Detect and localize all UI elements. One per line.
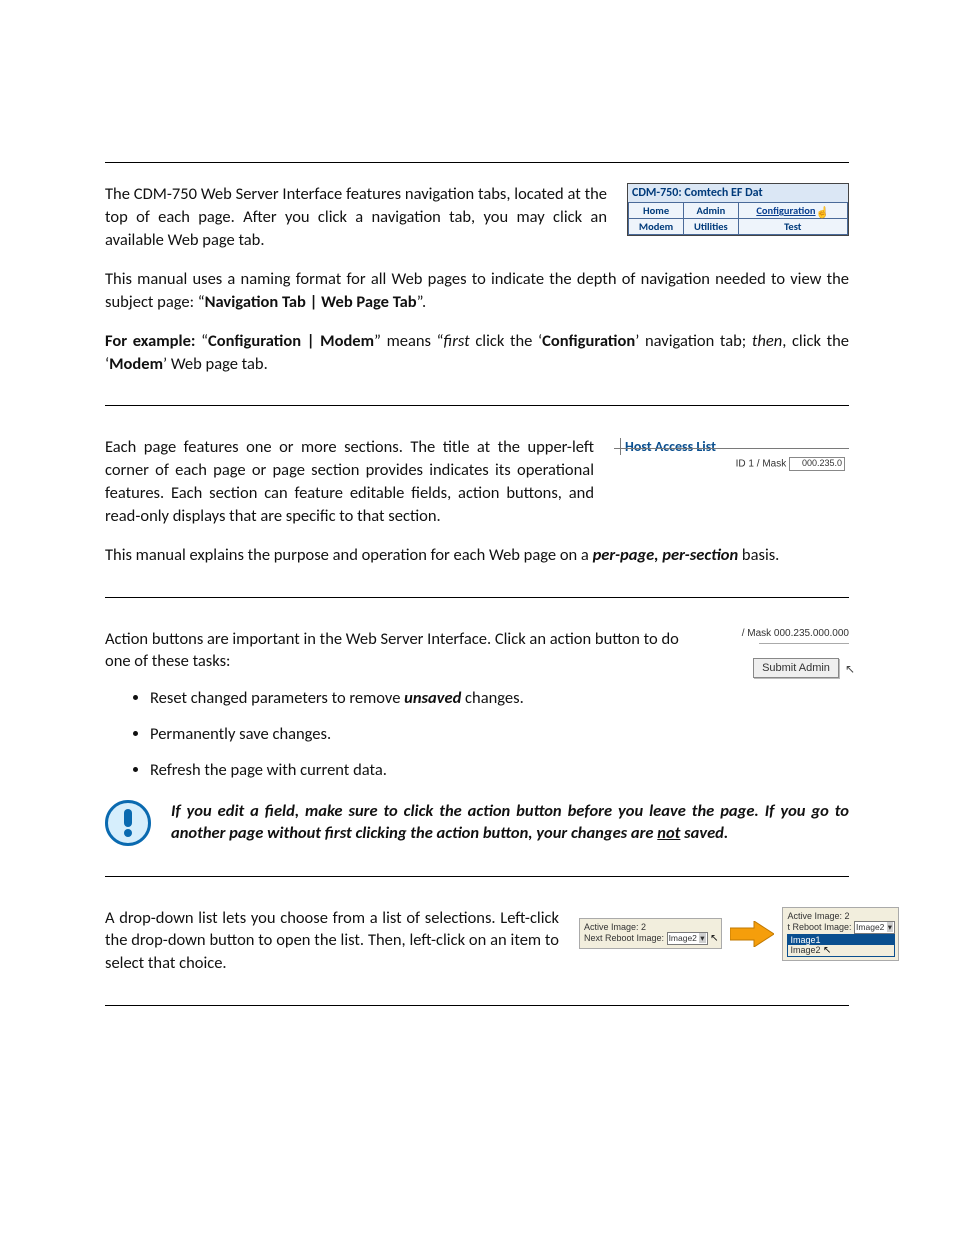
dropdown-option-image1[interactable]: Image1 <box>788 935 894 945</box>
mask-input[interactable]: 000.235.0 <box>789 457 845 471</box>
reboot-image-select[interactable]: Image2 ▾ <box>667 932 708 945</box>
nav-tab-home[interactable]: Home <box>629 203 684 219</box>
section-page-sections: Each page features one or more sections.… <box>105 436 849 527</box>
dropdown-option-image2[interactable]: Image2 ↖ <box>788 945 894 956</box>
action-bullet-refresh: Refresh the page with current data. <box>150 760 849 780</box>
nav-tab-admin[interactable]: Admin <box>684 203 738 219</box>
caution-icon <box>105 800 151 846</box>
submit-admin-figure: / Mask 000.235.000.000 Submit Admin↖ <box>699 628 849 678</box>
action-bullet-reset: Reset changed parameters to remove unsav… <box>150 688 849 708</box>
dropdowns-intro: A drop-down list lets you choose from a … <box>105 907 559 975</box>
caution-text: If you edit a field, make sure to click … <box>171 800 849 846</box>
navtabs-figure: CDM-750: Comtech EF Dat Home Admin Confi… <box>627 183 849 236</box>
page-tab-modem[interactable]: Modem <box>629 219 684 235</box>
action-bullet-save: Permanently save changes. <box>150 724 849 744</box>
dropdown-options: Image1 Image2 ↖ <box>787 934 895 957</box>
arrow-cursor-icon: ↖ <box>845 662 855 676</box>
page-tab-utilities[interactable]: Utilities <box>684 219 738 235</box>
page-sections-basis: This manual explains the purpose and ope… <box>105 544 849 567</box>
hand-cursor-icon: ☝ <box>816 206 830 219</box>
arrow-cursor-icon: ↖ <box>710 933 718 944</box>
arrow-cursor-icon: ↖ <box>823 945 831 956</box>
action-buttons-list: Reset changed parameters to remove unsav… <box>150 688 849 780</box>
nav-tab-configuration[interactable]: Configuration☝ <box>738 203 847 219</box>
page-sections-intro: Each page features one or more sections.… <box>105 436 594 527</box>
dropdown-figure: Active Image: 2 Next Reboot Image: Image… <box>579 907 849 961</box>
reboot-image-select-open[interactable]: Image2 ▾ <box>854 921 895 934</box>
page-tab-test[interactable]: Test <box>738 219 847 235</box>
mask-readout: / Mask 000.235.000.000 <box>699 628 849 639</box>
host-access-list-figure: Host Access List ID 1 / Mask 000.235.0 <box>614 436 849 471</box>
caution-note: If you edit a field, make sure to click … <box>105 800 849 846</box>
arrow-right-icon <box>730 921 774 947</box>
host-access-list-legend: Host Access List <box>620 438 720 455</box>
dropdown-closed-state: Active Image: 2 Next Reboot Image: Image… <box>579 918 722 949</box>
submit-admin-button[interactable]: Submit Admin <box>753 658 839 678</box>
dropdown-open-state: Active Image: 2 t Reboot Image: Image2 ▾… <box>782 907 899 961</box>
navfig-title: CDM-750: Comtech EF Dat <box>628 184 848 202</box>
navtabs-intro: The CDM-750 Web Server Interface feature… <box>105 183 607 251</box>
section-action-buttons: Action buttons are important in the Web … <box>105 628 849 678</box>
section-dropdowns: A drop-down list lets you choose from a … <box>105 907 849 975</box>
navtabs-example: For example: “Configuration | Modem” mea… <box>105 330 849 376</box>
section-navigation-tabs: The CDM-750 Web Server Interface feature… <box>105 183 849 251</box>
action-buttons-intro: Action buttons are important in the Web … <box>105 628 679 674</box>
navtabs-naming-format: This manual uses a naming format for all… <box>105 268 849 314</box>
